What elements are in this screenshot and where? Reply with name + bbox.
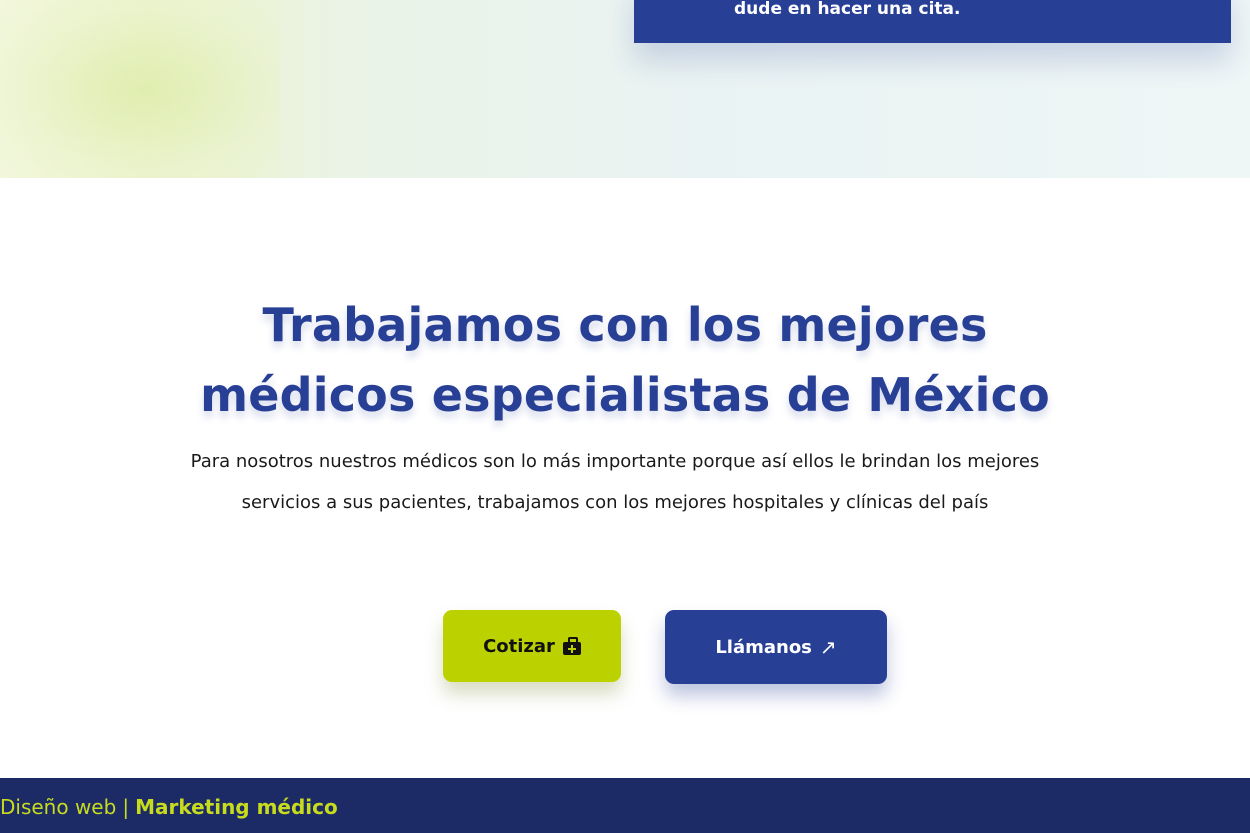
arrow-up-right-icon: ↗ — [819, 635, 837, 659]
section-description: Para nosotros nuestros médicos son lo má… — [150, 441, 1080, 523]
medical-kit-icon — [562, 636, 581, 655]
footer-separator: | — [122, 795, 130, 819]
specialists-section: Trabajamos con los mejores médicos espec… — [0, 178, 1250, 778]
page: dude en hacer una cita. Trabajamos con l… — [0, 0, 1250, 833]
footer-link-marketing-medico[interactable]: Marketing médico — [135, 795, 338, 819]
llamanos-button-label: Llámanos — [715, 636, 812, 658]
headline-line-1: Trabajamos con los mejores — [262, 298, 988, 352]
footer-bar: Diseño web | Marketing médico — [0, 778, 1250, 833]
llamanos-button[interactable]: Llámanos ↗ — [665, 610, 887, 684]
hero-section: dude en hacer una cita. — [0, 0, 1250, 178]
section-headline: Trabajamos con los mejores médicos espec… — [0, 290, 1250, 430]
cotizar-button-label: Cotizar — [483, 635, 555, 657]
description-line-1: Para nosotros nuestros médicos son lo má… — [190, 451, 1040, 472]
headline-line-2: médicos especialistas de México — [200, 368, 1050, 422]
hero-card-text: dude en hacer una cita. — [734, 0, 961, 19]
description-line-2: servicios a sus pacientes, trabajamos co… — [241, 492, 989, 513]
footer-links: Diseño web | Marketing médico — [0, 795, 338, 819]
footer-link-diseno-web[interactable]: Diseño web — [0, 795, 116, 819]
hero-card: dude en hacer una cita. — [634, 0, 1231, 43]
cotizar-button[interactable]: Cotizar — [443, 610, 621, 682]
